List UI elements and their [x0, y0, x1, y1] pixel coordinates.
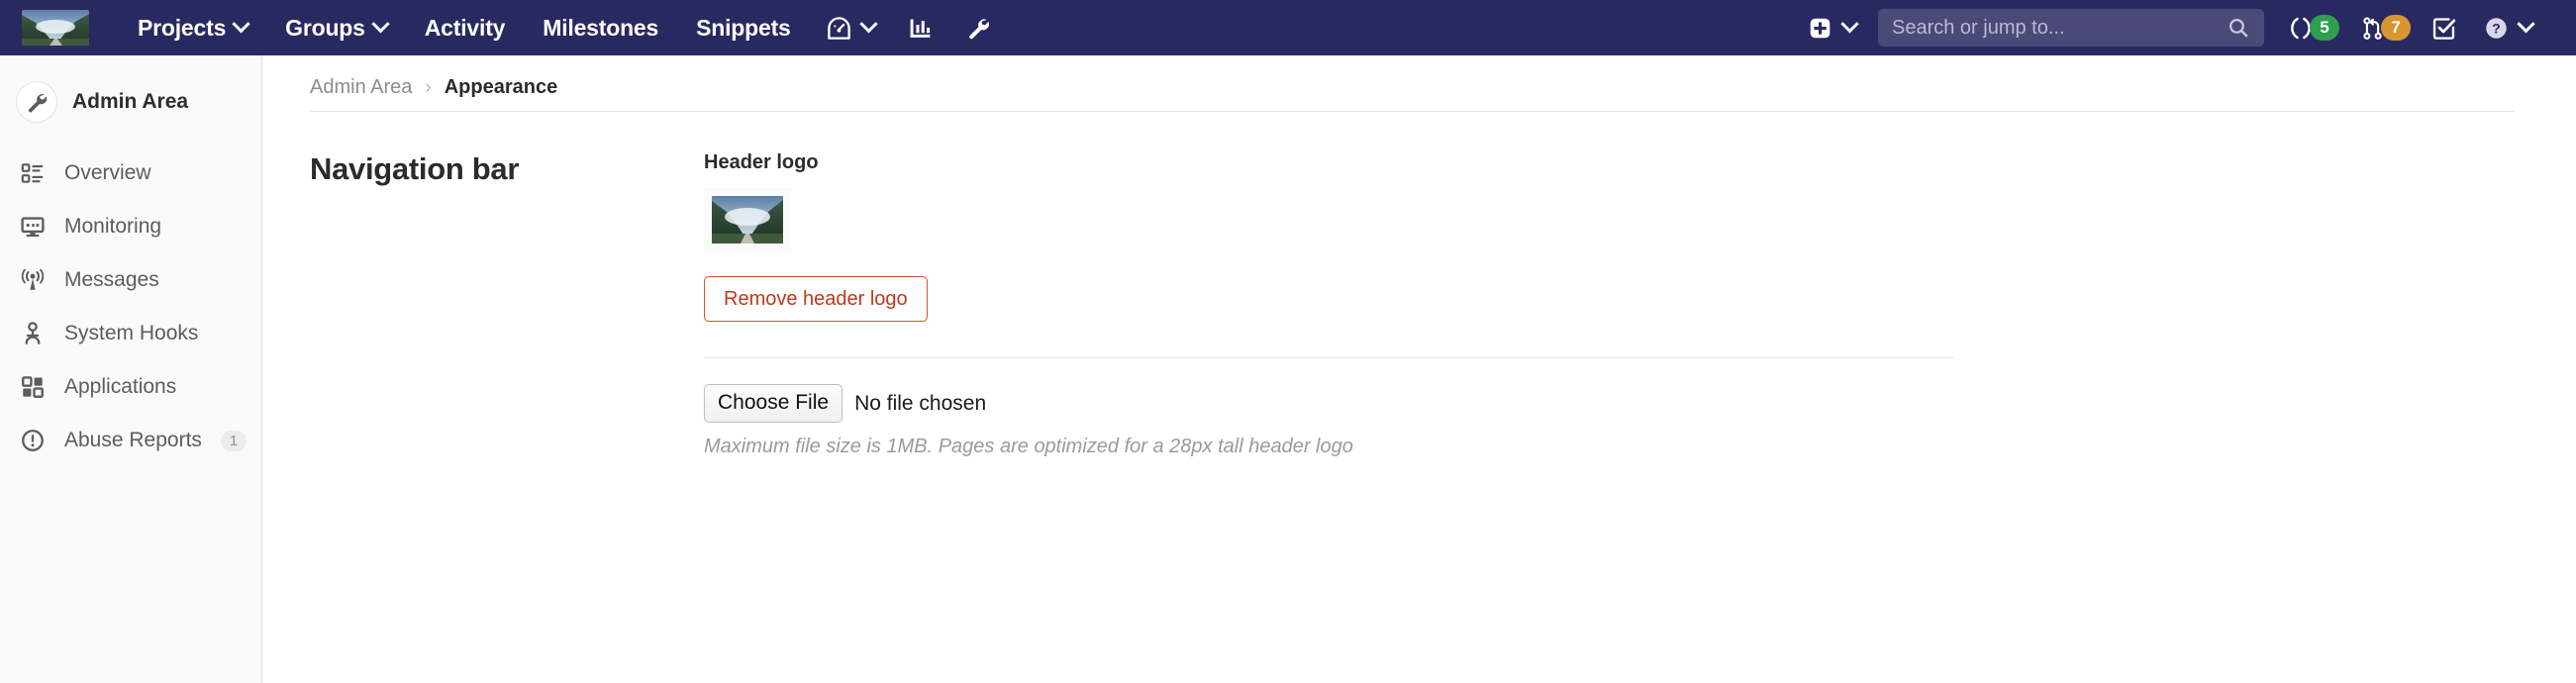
dashboard-speedometer-icon: [826, 15, 852, 42]
nav-link-label: Activity: [425, 15, 505, 42]
sidebar-item-label: System Hooks: [64, 322, 198, 345]
sidebar-item-monitoring[interactable]: Monitoring: [0, 200, 261, 253]
header-logo-label: Header logo: [704, 151, 2090, 174]
sidebar-item-overview[interactable]: Overview: [0, 146, 261, 200]
sidebar-item-label: Abuse Reports: [64, 429, 202, 452]
sidebar-item-count-badge: 1: [221, 431, 247, 451]
monitor-icon: [20, 214, 46, 240]
help-question-icon: ?: [2483, 15, 2510, 42]
breadcrumb-separator-icon: ›: [425, 78, 431, 97]
broadcast-icon: [20, 267, 46, 293]
search-box[interactable]: [1878, 9, 2264, 47]
sidebar-context-title: Admin Area: [72, 90, 188, 114]
wrench-icon: [16, 81, 57, 123]
admin-area-button[interactable]: [949, 0, 1008, 55]
help-button[interactable]: ?: [2467, 0, 2548, 55]
breadcrumb-current-appearance: Appearance: [445, 76, 558, 99]
breadcrumb: Admin Area › Appearance: [310, 55, 2515, 112]
nav-link-projects[interactable]: Projects: [119, 0, 266, 55]
sidebar-item-label: Messages: [64, 268, 159, 292]
issues-count-badge: 5: [2310, 15, 2339, 41]
sidebar-nav-list: Overview Monitoring: [0, 146, 261, 467]
create-new-button[interactable]: [1791, 0, 1872, 55]
header-logo-file-input[interactable]: Choose File No file chosen: [704, 384, 2090, 423]
analytics-button[interactable]: [891, 0, 949, 55]
header-logo-help-text: Maximum file size is 1MB. Pages are opti…: [704, 436, 2090, 458]
nav-link-activity[interactable]: Activity: [406, 0, 524, 55]
todos-button[interactable]: [2421, 0, 2467, 55]
sidebar-item-label: Monitoring: [64, 215, 161, 239]
section-description-column: Navigation bar: [310, 151, 704, 458]
navigation-bar-section: Navigation bar Header logo: [310, 112, 2536, 458]
primary-nav-links: Projects Groups Activity Milestones Snip…: [119, 0, 810, 55]
chevron-down-icon: [1840, 15, 1858, 33]
sidebar-item-applications[interactable]: Applications: [0, 360, 261, 414]
nav-link-label: Milestones: [543, 15, 658, 42]
search-input[interactable]: [1892, 17, 2227, 40]
issues-counter-button[interactable]: 5: [2278, 0, 2349, 55]
merge-requests-count-badge: 7: [2381, 15, 2411, 41]
list-overview-icon: [20, 160, 46, 186]
nav-link-label: Projects: [138, 15, 226, 42]
section-fields-column: Header logo: [704, 151, 2090, 458]
page-title: Navigation bar: [310, 151, 674, 187]
breadcrumb-link-admin-area[interactable]: Admin Area: [310, 76, 412, 99]
nav-link-label: Groups: [285, 15, 365, 42]
chevron-down-icon: [371, 15, 389, 33]
page-shell: Admin Area Overview: [0, 55, 2576, 683]
top-navbar: Projects Groups Activity Milestones Snip…: [0, 0, 2576, 55]
file-chosen-status: No file chosen: [854, 392, 986, 416]
svg-text:?: ?: [2492, 21, 2501, 37]
header-logo-image[interactable]: [22, 10, 89, 46]
section-divider: [704, 357, 1953, 358]
main-content: Admin Area › Appearance Navigation bar H…: [262, 55, 2576, 683]
bar-chart-icon: [907, 15, 934, 42]
chevron-down-icon: [232, 15, 249, 33]
sidebar-item-messages[interactable]: Messages: [0, 253, 261, 307]
sidebar-context-header[interactable]: Admin Area: [0, 73, 261, 133]
sidebar-item-system-hooks[interactable]: System Hooks: [0, 307, 261, 360]
nav-link-snippets[interactable]: Snippets: [677, 0, 810, 55]
admin-sidebar: Admin Area Overview: [0, 55, 262, 683]
remove-header-logo-button[interactable]: Remove header logo: [704, 276, 928, 322]
header-logo-preview-container: [704, 188, 791, 251]
nav-link-groups[interactable]: Groups: [266, 0, 406, 55]
sidebar-item-abuse-reports[interactable]: Abuse Reports 1: [0, 414, 261, 467]
search-icon: [2227, 16, 2250, 40]
logo-preview-image: [712, 196, 783, 244]
plus-square-icon: [1807, 15, 1833, 42]
sidebar-item-label: Overview: [64, 161, 151, 185]
hook-icon: [20, 321, 46, 346]
wrench-icon: [965, 15, 992, 42]
dashboard-button[interactable]: [810, 0, 891, 55]
chevron-down-icon: [859, 15, 877, 33]
merge-requests-counter-button[interactable]: 7: [2349, 0, 2421, 55]
choose-file-button[interactable]: Choose File: [704, 384, 842, 423]
grid-apps-icon: [20, 374, 46, 400]
chevron-down-icon: [2517, 15, 2534, 33]
nav-link-label: Snippets: [696, 15, 791, 42]
abuse-report-icon: [20, 428, 46, 453]
nav-link-milestones[interactable]: Milestones: [524, 0, 677, 55]
todos-check-icon: [2430, 15, 2457, 42]
sidebar-item-label: Applications: [64, 375, 176, 399]
